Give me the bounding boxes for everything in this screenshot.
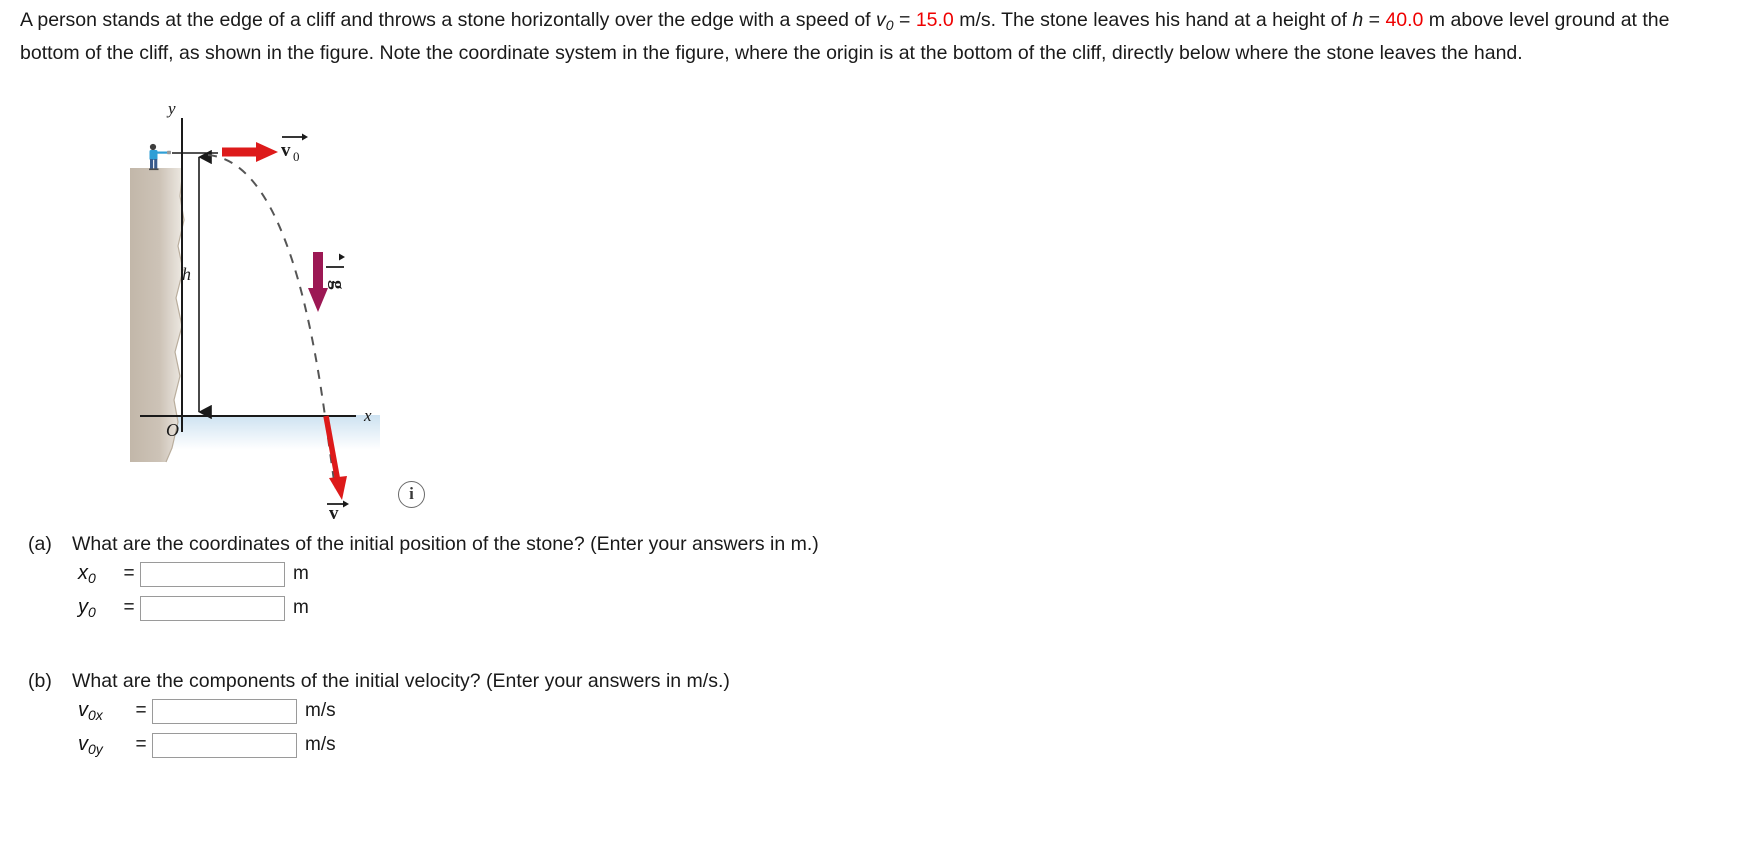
v0-subscript: 0 (885, 16, 894, 33)
x-axis-label: x (363, 406, 372, 425)
v0x-equals: = (135, 700, 147, 721)
v0x-symbol-label: v0x (78, 698, 103, 724)
answer-row-y0: y0 = m (78, 591, 819, 625)
v0-symbol: v (876, 9, 886, 31)
question-a-heading: (a) What are the coordinates of the initi… (28, 531, 819, 557)
problem-statement: A person stands at the edge of a cliff a… (20, 6, 1720, 67)
question-part-a: (a) What are the coordinates of the initi… (28, 531, 819, 625)
equals-sign-1: = (893, 9, 916, 31)
svg-text:g: g (327, 280, 348, 290)
h-symbol: h (1352, 9, 1364, 31)
statement-text-2: The stone leaves his hand at a height of (1001, 9, 1353, 31)
part-a-question-text: What are the coordinates of the initial … (72, 533, 819, 555)
y0-equals: = (123, 597, 135, 618)
question-b-heading: (b) What are the components of the initia… (28, 668, 730, 694)
question-part-b: (b) What are the components of the initia… (28, 668, 730, 762)
height-label: h (182, 264, 191, 284)
x0-input[interactable] (140, 561, 285, 587)
v0y-symbol-label: v0y (78, 732, 103, 758)
answer-row-v0y: v0y = m/s (78, 728, 730, 762)
v0-value: 15.0 (915, 9, 954, 31)
part-b-label: (b) (28, 670, 52, 692)
g-vector (308, 252, 328, 312)
v0-vector-label: v 0 (281, 133, 308, 164)
v0-vector (222, 142, 278, 162)
y0-unit: m (293, 597, 309, 618)
svg-text:v: v (281, 140, 291, 161)
v0y-equals: = (135, 734, 147, 755)
cliff-shape (130, 168, 184, 462)
v0x-input[interactable] (152, 698, 297, 724)
origin-label: O (166, 420, 179, 440)
y0-symbol-label: y0 (78, 595, 96, 621)
x0-equals: = (123, 563, 135, 584)
v0x-unit: m/s (305, 700, 336, 721)
x0-symbol-label: x0 (78, 561, 96, 587)
length-unit: m (1423, 9, 1451, 31)
v0y-input[interactable] (152, 732, 297, 758)
equals-sign-2: = (1363, 9, 1386, 31)
info-icon[interactable]: i (398, 481, 425, 508)
svg-text:v: v (329, 503, 339, 520)
part-b-question-text: What are the components of the initial v… (72, 670, 730, 692)
part-a-label: (a) (28, 533, 52, 555)
h-value: 40.0 (1385, 9, 1424, 31)
physics-figure: y x O h v 0 g v (120, 100, 540, 520)
answer-row-x0: x0 = m (78, 557, 819, 591)
speed-unit: m/s. (953, 9, 1002, 31)
y-axis-label: y (166, 100, 176, 118)
x0-unit: m (293, 563, 309, 584)
svg-text:0: 0 (293, 149, 300, 164)
person-figure (149, 143, 171, 171)
y0-input[interactable] (140, 595, 285, 621)
v0y-unit: m/s (305, 734, 336, 755)
answer-row-v0x: v0x = m/s (78, 694, 730, 728)
statement-text-1: A person stands at the edge of a cliff a… (20, 9, 877, 31)
v-vector-label: v (327, 500, 349, 520)
g-vector-label: g (326, 253, 348, 290)
